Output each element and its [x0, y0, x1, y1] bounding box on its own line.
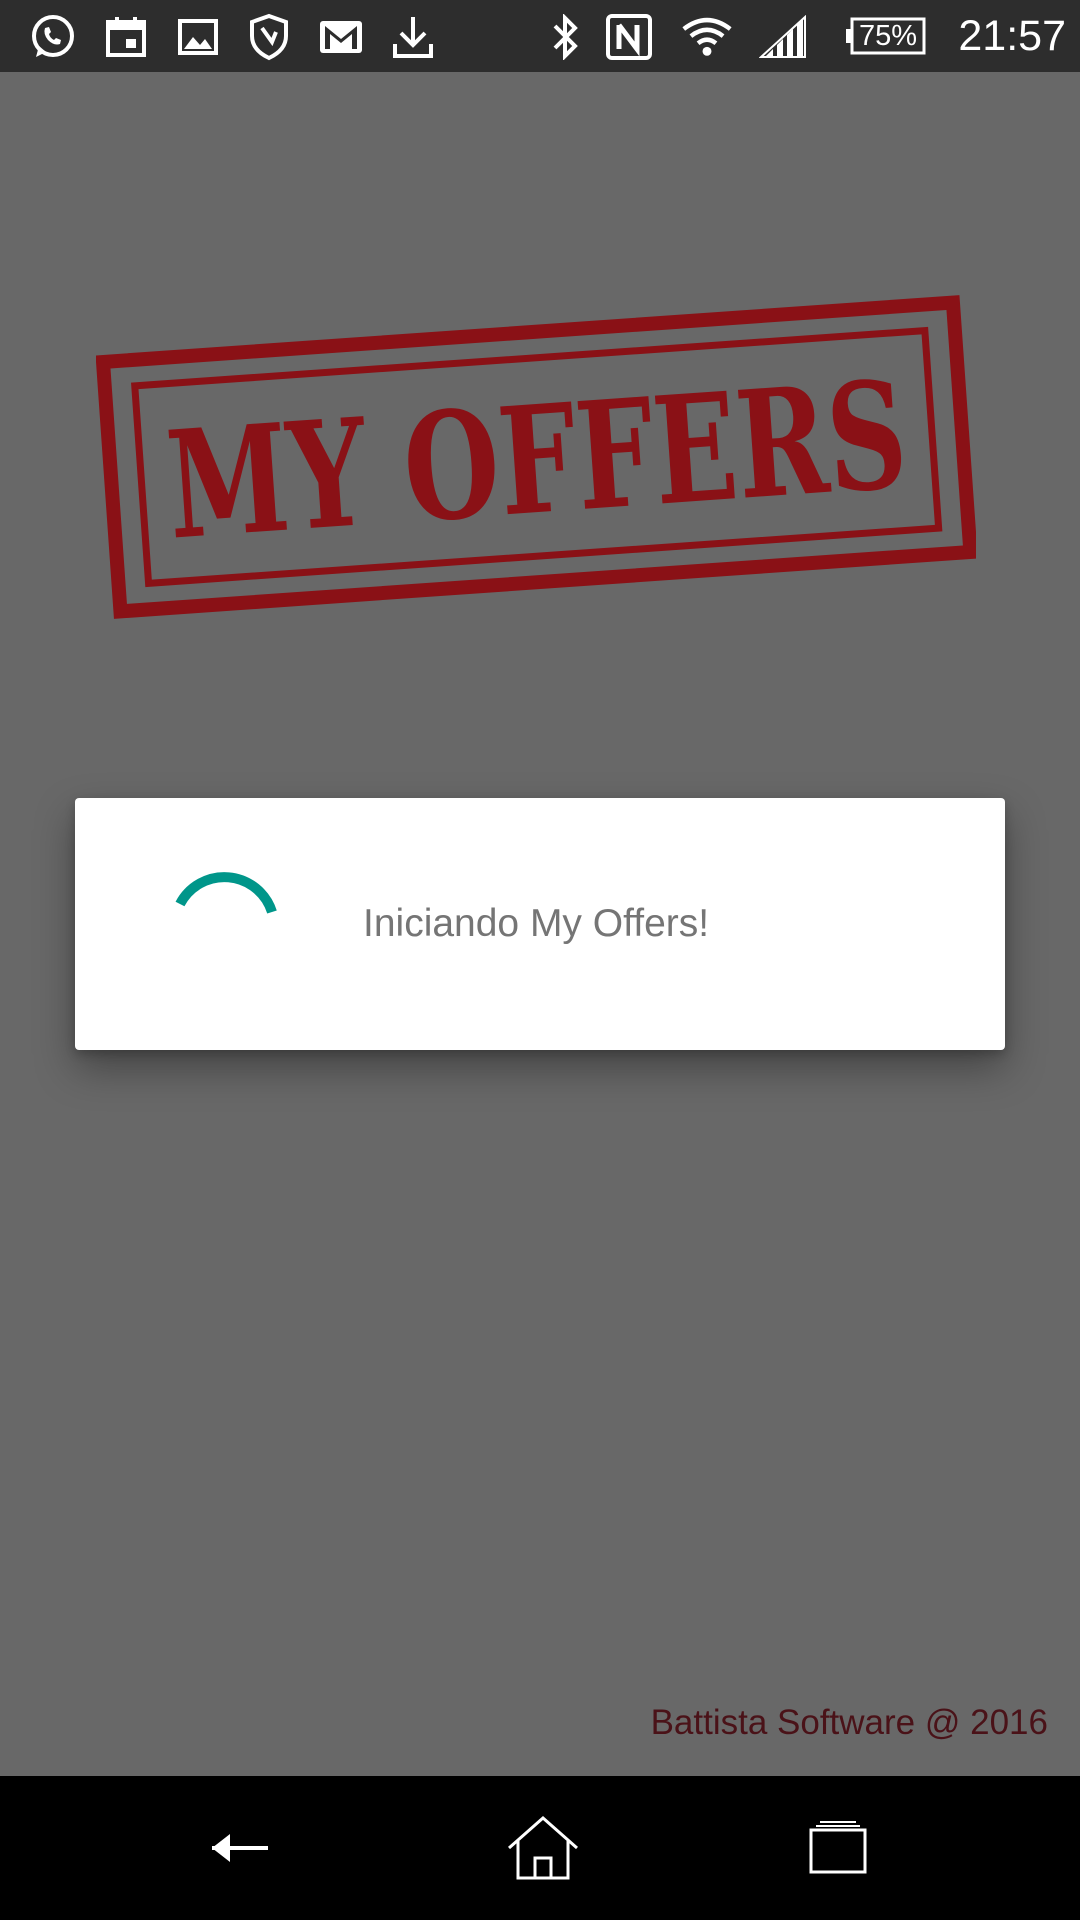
status-bar: 75% 21:57 — [0, 0, 1080, 72]
clock: 21:57 — [958, 12, 1066, 60]
bluetooth-icon — [540, 12, 590, 62]
calendar-icon — [101, 12, 151, 62]
recents-icon — [809, 1821, 867, 1874]
home-icon — [508, 1815, 578, 1880]
whatsapp-icon — [28, 12, 78, 62]
gmail-icon — [316, 12, 366, 62]
navigation-bar — [0, 1776, 1080, 1920]
recents-button[interactable] — [788, 1798, 888, 1898]
loading-dialog: Iniciando My Offers! — [75, 798, 1005, 1050]
battery-level: 75% — [858, 20, 918, 52]
loading-message: Iniciando My Offers! — [363, 902, 710, 945]
back-button[interactable] — [190, 1798, 290, 1898]
app-logo: MY OFFERS — [95, 272, 978, 622]
loading-spinner-icon — [162, 852, 282, 972]
wifi-icon — [682, 12, 732, 62]
copyright-text: Battista Software @ 2016 — [650, 1703, 1048, 1742]
home-button[interactable] — [493, 1798, 593, 1898]
image-icon — [173, 12, 223, 62]
download-icon — [388, 12, 438, 62]
nfc-icon — [604, 12, 654, 62]
shield-icon — [244, 12, 294, 62]
back-icon — [212, 1834, 268, 1862]
signal-icon — [758, 12, 808, 62]
